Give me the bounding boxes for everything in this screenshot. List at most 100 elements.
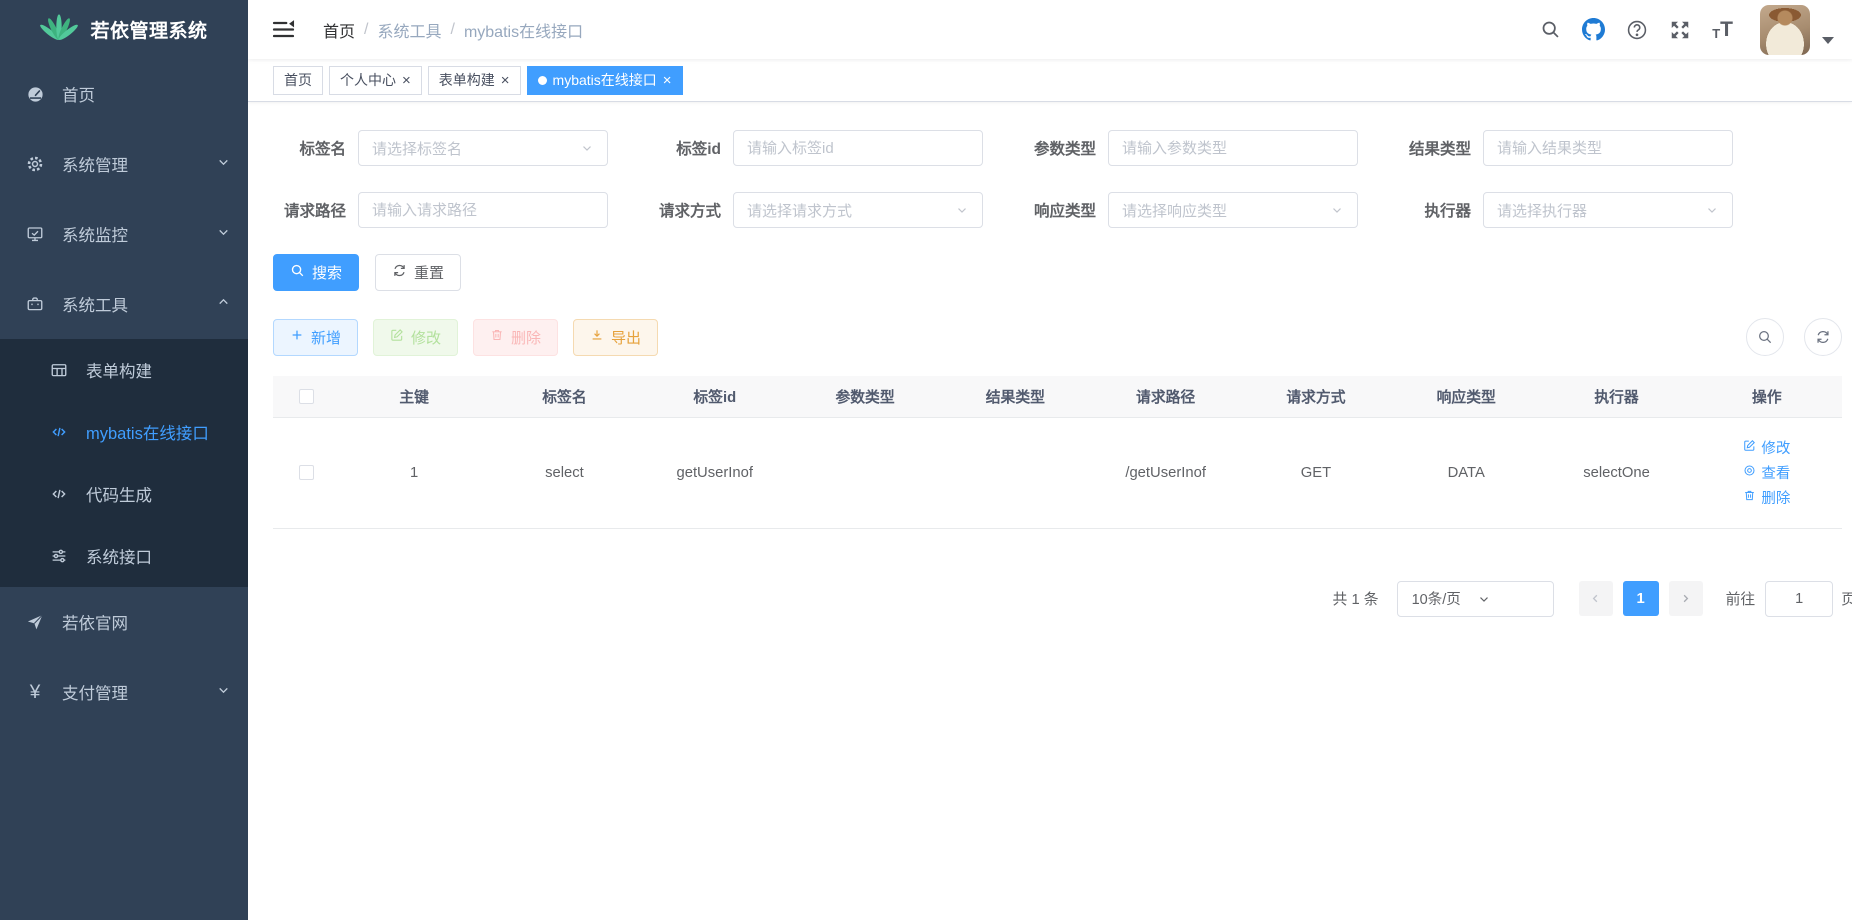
sidebar-item-system-tools[interactable]: 系统工具 xyxy=(0,269,248,339)
top-navbar: 首页 / 系统工具 / mybatis在线接口 TT xyxy=(248,0,1852,59)
user-menu[interactable] xyxy=(1760,5,1834,55)
tag-id-input[interactable] xyxy=(747,140,969,157)
monitor-icon xyxy=(24,225,46,243)
page-number-button[interactable]: 1 xyxy=(1623,581,1659,616)
filter-label: 标签id xyxy=(648,137,733,159)
sidebar-item-system-api[interactable]: 系统接口 xyxy=(0,525,248,587)
page-size-select[interactable]: 10条/页 xyxy=(1397,581,1554,617)
cell-tag-name: select xyxy=(489,417,639,528)
cell-id: 1 xyxy=(339,417,489,528)
close-icon[interactable]: × xyxy=(402,73,411,88)
reset-button[interactable]: 重置 xyxy=(375,254,461,291)
refresh-icon xyxy=(392,263,407,282)
active-dot-icon xyxy=(538,76,547,85)
sidebar-item-label: 若依官网 xyxy=(62,610,128,634)
sidebar-item-payment-manage[interactable]: ¥ 支付管理 xyxy=(0,657,248,727)
font-size-icon[interactable]: TT xyxy=(1712,19,1733,40)
filter-label: 标签名 xyxy=(273,137,358,159)
prev-page-button[interactable] xyxy=(1579,581,1613,616)
app-title: 若依管理系统 xyxy=(90,16,207,43)
select-all-checkbox[interactable] xyxy=(299,389,314,404)
goto-page-input[interactable] xyxy=(1765,581,1833,617)
breadcrumb-home[interactable]: 首页 xyxy=(323,18,355,42)
tab-label: mybatis在线接口 xyxy=(553,70,657,90)
pagination: 共 1 条 10条/页 1 前往 页 xyxy=(273,581,1852,617)
github-icon[interactable] xyxy=(1582,18,1605,41)
request-method-select[interactable]: 请选择请求方式 xyxy=(733,192,983,228)
select-placeholder: 请选择执行器 xyxy=(1497,200,1705,221)
goto-label: 前往 xyxy=(1726,588,1756,609)
edit-button[interactable]: 修改 xyxy=(373,319,458,356)
export-button[interactable]: 导出 xyxy=(573,319,658,356)
tab-label: 首页 xyxy=(284,70,312,90)
tag-name-select[interactable]: 请选择标签名 xyxy=(358,130,608,166)
sidebar-item-label: 首页 xyxy=(62,82,95,106)
column-header: 请求方式 xyxy=(1241,376,1391,417)
filter-row-1: 标签名 请选择标签名 标签id 参数类型 结果类型 xyxy=(273,130,1842,166)
sidebar-item-mybatis-api[interactable]: mybatis在线接口 xyxy=(0,401,248,463)
tab-form-builder[interactable]: 表单构建 × xyxy=(428,66,521,95)
cell-param-type xyxy=(790,417,940,528)
table-grid-icon xyxy=(48,361,70,379)
tab-profile[interactable]: 个人中心 × xyxy=(329,66,422,95)
cell-executor: selectOne xyxy=(1541,417,1691,528)
param-type-input[interactable] xyxy=(1122,140,1344,157)
help-icon[interactable] xyxy=(1626,19,1648,41)
font-size-big-t: T xyxy=(1720,19,1733,40)
download-icon xyxy=(590,328,604,346)
cell-path: /getUserInof xyxy=(1090,417,1240,528)
pagination-total: 共 1 条 xyxy=(1333,588,1379,609)
avatar[interactable] xyxy=(1760,5,1810,55)
breadcrumb: 首页 / 系统工具 / mybatis在线接口 xyxy=(323,18,583,42)
show-search-toggle-button[interactable] xyxy=(1746,318,1784,356)
delete-button-label: 删除 xyxy=(511,327,541,348)
row-view-label: 查看 xyxy=(1761,462,1790,483)
sidebar-item-code-generator[interactable]: 代码生成 xyxy=(0,463,248,525)
search-actions: 搜索 重置 xyxy=(273,254,1842,291)
sidebar-item-form-builder[interactable]: 表单构建 xyxy=(0,339,248,401)
app-logo[interactable]: 若依管理系统 xyxy=(0,0,248,59)
request-path-input[interactable] xyxy=(372,202,594,219)
sidebar-item-system-manage[interactable]: 系统管理 xyxy=(0,129,248,199)
fullscreen-icon[interactable] xyxy=(1669,19,1691,41)
refresh-table-button[interactable] xyxy=(1804,318,1842,356)
tab-mybatis-api[interactable]: mybatis在线接口 × xyxy=(527,66,683,95)
toolbox-icon xyxy=(24,295,46,313)
column-header: 请求路径 xyxy=(1090,376,1240,417)
table-row[interactable]: 1 select getUserInof /getUserInof GET DA… xyxy=(273,417,1842,528)
tab-home[interactable]: 首页 xyxy=(273,66,323,95)
cell-response-type: DATA xyxy=(1391,417,1541,528)
sidebar-fold-icon[interactable] xyxy=(268,14,299,45)
sidebar-item-system-monitor[interactable]: 系统监控 xyxy=(0,199,248,269)
table-header-row: 主键 标签名 标签id 参数类型 结果类型 请求路径 请求方式 响应类型 执行器… xyxy=(273,376,1842,417)
breadcrumb-separator: / xyxy=(364,21,368,39)
plus-icon xyxy=(290,328,304,346)
row-delete-link[interactable]: 删除 xyxy=(1743,487,1790,509)
reset-button-label: 重置 xyxy=(414,262,444,283)
row-edit-link[interactable]: 修改 xyxy=(1743,437,1790,459)
filter-item-request-path: 请求路径 xyxy=(273,192,648,228)
filter-item-request-method: 请求方式 请选择请求方式 xyxy=(648,192,1023,228)
sidebar-item-official-site[interactable]: 若依官网 xyxy=(0,587,248,657)
row-view-link[interactable]: 查看 xyxy=(1743,462,1790,484)
sidebar-item-label: 系统接口 xyxy=(86,544,152,568)
cell-tag-id: getUserInof xyxy=(640,417,790,528)
result-type-input[interactable] xyxy=(1497,140,1719,157)
sidebar-item-label: 系统管理 xyxy=(62,152,128,176)
executor-select[interactable]: 请选择执行器 xyxy=(1483,192,1733,228)
row-checkbox[interactable] xyxy=(299,465,314,480)
sidebar-item-label: 表单构建 xyxy=(86,358,152,382)
close-icon[interactable]: × xyxy=(663,73,672,88)
response-type-select[interactable]: 请选择响应类型 xyxy=(1108,192,1358,228)
trash-icon xyxy=(490,328,504,346)
sidebar-item-home[interactable]: 首页 xyxy=(0,59,248,129)
close-icon[interactable]: × xyxy=(501,73,510,88)
search-icon[interactable] xyxy=(1540,19,1561,40)
filter-item-result-type: 结果类型 xyxy=(1398,130,1773,166)
search-button[interactable]: 搜索 xyxy=(273,254,359,291)
next-page-button[interactable] xyxy=(1669,581,1703,616)
delete-button[interactable]: 删除 xyxy=(473,319,558,356)
add-button[interactable]: 新增 xyxy=(273,319,358,356)
edit-icon xyxy=(390,328,404,346)
breadcrumb-system-tools: 系统工具 xyxy=(377,18,441,42)
